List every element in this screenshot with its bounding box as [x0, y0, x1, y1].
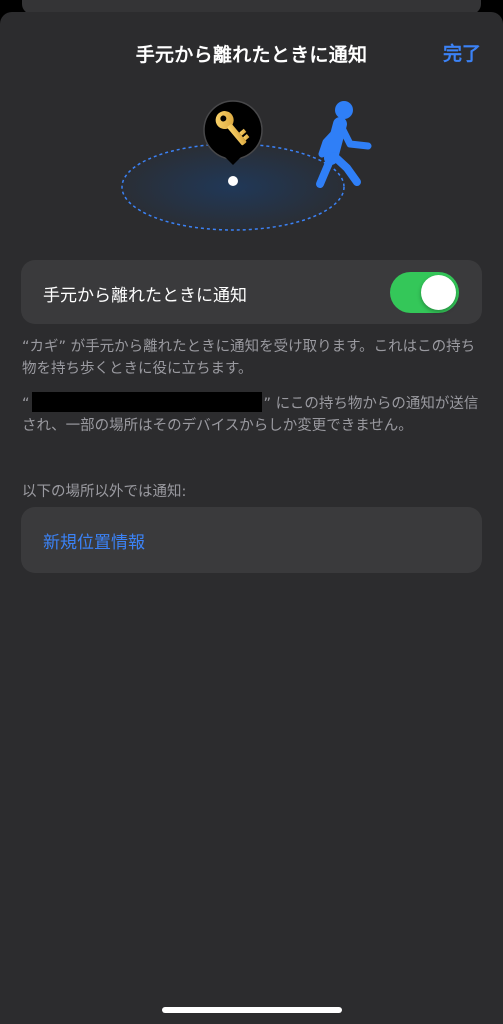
new-location-button[interactable]: 新規位置情報	[43, 528, 145, 553]
device-notice-prefix: “	[22, 396, 30, 412]
item-description-footnote: “カギ” が手元から離れたときに通知を受け取ります。これはこの持ち物を持ち歩くと…	[22, 339, 476, 377]
notify-toggle-row: 手元から離れたときに通知	[21, 260, 482, 324]
navigation-bar: 手元から離れたときに通知 完了	[0, 12, 503, 94]
notify-toggle-switch[interactable]	[390, 272, 459, 313]
separation-illustration	[0, 94, 503, 254]
location-dot	[228, 176, 238, 186]
page-title: 手元から離れたときに通知	[135, 44, 368, 66]
toggle-knob	[421, 275, 456, 310]
person-walking-icon	[316, 101, 372, 188]
notify-when-left-behind-sheet: 手元から離れたときに通知 完了 手元から離れたときに通知 “カギ” が手元から離…	[0, 12, 503, 1024]
exceptions-section-header: 以下の場所以外では通知:	[22, 484, 187, 500]
done-button[interactable]: 完了	[443, 39, 481, 66]
illustration-graphic	[121, 100, 372, 231]
redacted-device-name	[31, 392, 262, 412]
new-location-row[interactable]: 新規位置情報	[21, 507, 482, 573]
device-notice-footnote: “” にこの持ち物からの通知が送信され、一部の場所はそのデバイスからしか変更でき…	[22, 392, 482, 437]
notify-toggle-label: 手元から離れたときに通知	[43, 286, 247, 306]
home-indicator[interactable]	[162, 1007, 342, 1013]
